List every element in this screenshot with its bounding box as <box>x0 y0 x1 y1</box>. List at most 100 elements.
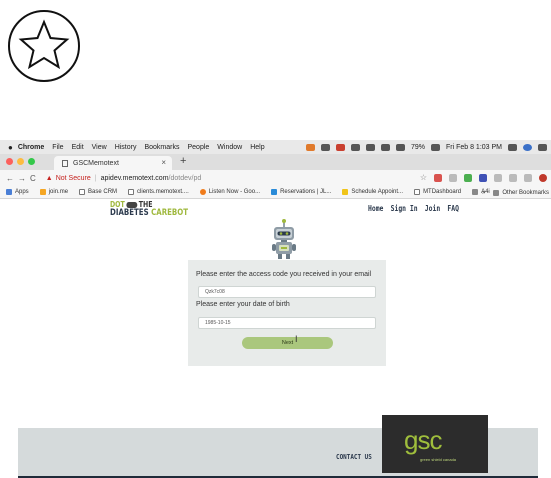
bookmark-favicon <box>271 189 278 195</box>
nav-faq[interactable]: FAQ <box>447 204 459 213</box>
status-tray: 79% Fri Feb 8 1:03 PM <box>305 140 547 154</box>
address-separator: | <box>94 174 97 182</box>
nav-sign-in[interactable]: Sign In <box>391 204 418 213</box>
other-bookmarks[interactable]: Other Bookmarks <box>493 189 549 196</box>
menu-file[interactable]: File <box>52 144 63 151</box>
star-outline-icon <box>6 8 82 84</box>
profile-avatar[interactable] <box>539 173 547 182</box>
extension-icon[interactable] <box>464 173 472 182</box>
logo-eyes-icon <box>126 201 138 208</box>
bookmark-label: Schedule Appoint... <box>351 189 404 195</box>
nav-home[interactable]: Home <box>368 204 383 213</box>
url-path[interactable]: /dotdev/pd <box>169 175 202 182</box>
menu-edit[interactable]: Edit <box>72 144 84 151</box>
close-tab-icon[interactable]: × <box>161 158 166 167</box>
bookmark-label: Other Bookmarks <box>502 189 549 196</box>
tray-app-icon[interactable] <box>350 143 360 151</box>
menu-view[interactable]: View <box>92 144 107 151</box>
extension-icons: ☆ <box>420 173 547 182</box>
gsc-logo-text: gsc <box>404 425 442 455</box>
minimize-window-button[interactable] <box>17 158 24 165</box>
address-bar[interactable]: ▲ Not Secure | apidev.memotext.com/dotde… <box>46 175 201 182</box>
bookmark-label: Apps <box>15 189 29 195</box>
bookmark-mtdashboard[interactable]: MTDashboard <box>414 189 461 195</box>
tray-app-icon[interactable] <box>335 143 345 151</box>
bookmark-label: Reservations | JL... <box>280 189 332 195</box>
dob-input[interactable]: 1985-10-15 <box>198 317 376 329</box>
menu-app-name[interactable]: Chrome <box>18 144 44 151</box>
bookmark-label: MTDashboard <box>423 189 462 195</box>
folder-icon <box>493 189 500 196</box>
access-form: Please enter the access code you receive… <box>188 260 386 366</box>
bookmarks-right: » Other Bookmarks <box>482 186 549 199</box>
bookmark-favicon <box>39 189 46 195</box>
page-icon <box>128 189 135 195</box>
menu-clock[interactable]: Fri Feb 8 1:03 PM <box>446 144 502 151</box>
bookmark-clients[interactable]: clients.memotext.... <box>128 189 189 195</box>
tab-gscmemotext[interactable]: GSCMemotext × <box>54 156 172 170</box>
bookmark-favicon <box>342 189 349 195</box>
text-cursor-icon: I <box>295 334 298 344</box>
close-window-button[interactable] <box>6 158 13 165</box>
site-logo[interactable]: DOT THE DIABETES CAREBOT <box>110 201 189 218</box>
more-bookmarks-button[interactable]: » <box>482 190 485 196</box>
folder-icon <box>472 189 479 195</box>
battery-percent[interactable]: 79% <box>411 144 425 151</box>
url-domain[interactable]: apidev.memotext.com <box>101 175 169 182</box>
bookmark-schedule[interactable]: Schedule Appoint... <box>342 189 403 195</box>
extension-icon[interactable] <box>509 173 517 182</box>
menu-help[interactable]: Help <box>250 144 264 151</box>
bookmark-joinme[interactable]: join.me <box>39 189 68 195</box>
bookmark-star-icon[interactable]: ☆ <box>420 173 427 182</box>
menu-people[interactable]: People <box>187 144 209 151</box>
bookmark-reservations[interactable]: Reservations | JL... <box>271 189 331 195</box>
extension-icon[interactable] <box>434 173 442 182</box>
bookmark-label: clients.memotext.... <box>137 189 189 195</box>
page-icon <box>414 189 421 195</box>
nav-buttons[interactable]: ←→C <box>6 174 40 183</box>
bookmarks-bar: Apps join.me Base CRM clients.memotext..… <box>0 186 551 199</box>
mac-menu-bar: ● Chrome File Edit View History Bookmark… <box>0 140 551 154</box>
bluetooth-icon[interactable] <box>365 143 375 151</box>
bookmark-base-crm[interactable]: Base CRM <box>79 189 117 195</box>
menu-history[interactable]: History <box>115 144 137 151</box>
wifi-icon[interactable] <box>380 143 390 151</box>
tray-app-icon[interactable] <box>305 143 315 151</box>
volume-icon[interactable] <box>395 143 405 151</box>
warning-icon[interactable]: ▲ <box>46 175 53 182</box>
menu-bookmarks[interactable]: Bookmarks <box>144 144 179 151</box>
dob-label: Please enter your date of birth <box>196 301 290 308</box>
site-nav: Home Sign In Join FAQ <box>368 204 459 213</box>
zoom-window-button[interactable] <box>28 158 35 165</box>
next-button[interactable]: Next <box>242 337 333 349</box>
gsc-logo[interactable]: gsc green shield canada <box>382 415 488 473</box>
contact-us-link[interactable]: CONTACT US <box>336 453 372 461</box>
siri-icon[interactable] <box>523 143 532 151</box>
page-icon <box>62 159 68 167</box>
new-tab-button[interactable]: + <box>180 155 186 167</box>
spotlight-search-icon[interactable] <box>508 143 517 151</box>
access-code-label: Please enter the access code you receive… <box>196 271 372 278</box>
nav-join[interactable]: Join <box>425 204 440 213</box>
bookmark-apps[interactable]: Apps <box>6 189 29 195</box>
bookmark-listen-now[interactable]: Listen Now - Goo... <box>199 189 260 195</box>
access-code-input[interactable]: Qzk7c08 <box>198 286 376 298</box>
notification-center-icon[interactable] <box>538 143 547 151</box>
browser-toolbar: ←→C ▲ Not Secure | apidev.memotext.com/d… <box>0 170 551 186</box>
logo-diabetes: DIABETES <box>110 208 149 218</box>
logo-carebot: CAREBOT <box>151 208 189 218</box>
menu-window[interactable]: Window <box>217 144 242 151</box>
gsc-logo-tagline: green shield canada <box>420 457 457 462</box>
extension-icon[interactable] <box>494 173 502 182</box>
extension-icon[interactable] <box>479 173 487 182</box>
extension-icon[interactable] <box>449 173 457 182</box>
apps-grid-icon <box>6 189 12 195</box>
security-label[interactable]: Not Secure <box>56 175 91 182</box>
tray-app-icon[interactable] <box>320 143 330 151</box>
tab-strip: GSCMemotext × + <box>0 154 551 170</box>
battery-icon[interactable] <box>430 143 440 151</box>
extension-icon[interactable] <box>524 173 532 182</box>
apple-icon[interactable]: ● <box>8 143 13 152</box>
bookmark-favicon <box>199 189 206 195</box>
bookmark-label: Base CRM <box>88 189 118 195</box>
